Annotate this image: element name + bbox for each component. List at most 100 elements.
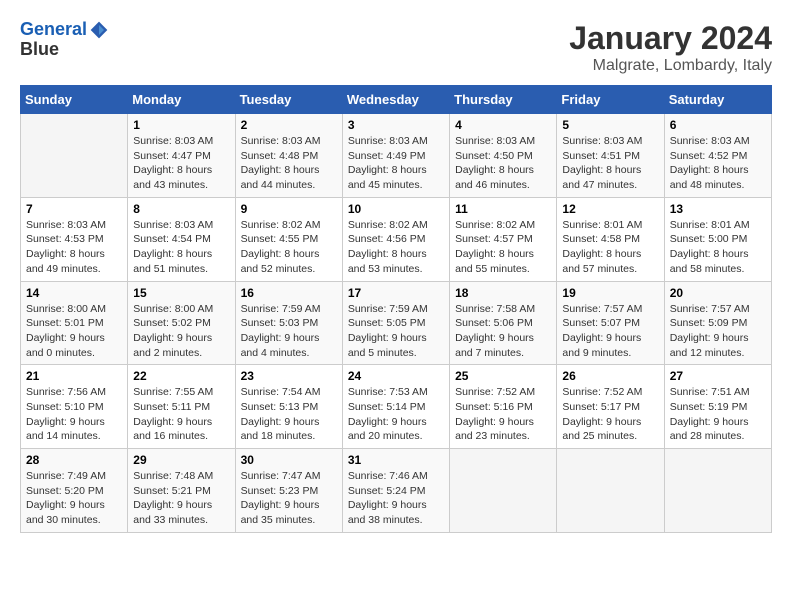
day-number: 25 xyxy=(455,369,551,383)
day-number: 27 xyxy=(670,369,766,383)
day-info: Sunrise: 8:03 AMSunset: 4:54 PMDaylight:… xyxy=(133,218,229,277)
calendar-cell: 30 Sunrise: 7:47 AMSunset: 5:23 PMDayligh… xyxy=(235,449,342,533)
calendar-cell: 1 Sunrise: 8:03 AMSunset: 4:47 PMDaylight… xyxy=(128,114,235,198)
day-info: Sunrise: 8:03 AMSunset: 4:49 PMDaylight:… xyxy=(348,134,444,193)
day-number: 30 xyxy=(241,453,337,467)
day-number: 9 xyxy=(241,202,337,216)
day-number: 17 xyxy=(348,286,444,300)
calendar-cell: 22 Sunrise: 7:55 AMSunset: 5:11 PMDayligh… xyxy=(128,365,235,449)
day-number: 1 xyxy=(133,118,229,132)
main-title: January 2024 xyxy=(569,20,772,57)
day-info: Sunrise: 8:03 AMSunset: 4:47 PMDaylight:… xyxy=(133,134,229,193)
day-info: Sunrise: 7:57 AMSunset: 5:07 PMDaylight:… xyxy=(562,302,658,361)
header-day-friday: Friday xyxy=(557,86,664,114)
day-info: Sunrise: 8:03 AMSunset: 4:48 PMDaylight:… xyxy=(241,134,337,193)
calendar-header-row: SundayMondayTuesdayWednesdayThursdayFrid… xyxy=(21,86,772,114)
day-number: 12 xyxy=(562,202,658,216)
day-number: 14 xyxy=(26,286,122,300)
week-row-3: 14 Sunrise: 8:00 AMSunset: 5:01 PMDayligh… xyxy=(21,281,772,365)
day-number: 19 xyxy=(562,286,658,300)
calendar-cell: 15 Sunrise: 8:00 AMSunset: 5:02 PMDayligh… xyxy=(128,281,235,365)
calendar-cell xyxy=(450,449,557,533)
day-number: 4 xyxy=(455,118,551,132)
day-number: 3 xyxy=(348,118,444,132)
calendar-cell xyxy=(21,114,128,198)
day-info: Sunrise: 8:01 AMSunset: 5:00 PMDaylight:… xyxy=(670,218,766,277)
day-info: Sunrise: 7:55 AMSunset: 5:11 PMDaylight:… xyxy=(133,385,229,444)
day-info: Sunrise: 8:00 AMSunset: 5:01 PMDaylight:… xyxy=(26,302,122,361)
day-info: Sunrise: 7:54 AMSunset: 5:13 PMDaylight:… xyxy=(241,385,337,444)
calendar-table: SundayMondayTuesdayWednesdayThursdayFrid… xyxy=(20,85,772,533)
day-number: 2 xyxy=(241,118,337,132)
calendar-cell: 28Sunrise: 7:49 AMSunset: 5:20 PMDayligh… xyxy=(21,449,128,533)
calendar-cell: 20Sunrise: 7:57 AMSunset: 5:09 PMDayligh… xyxy=(664,281,771,365)
week-row-2: 7 Sunrise: 8:03 AMSunset: 4:53 PMDaylight… xyxy=(21,197,772,281)
day-number: 7 xyxy=(26,202,122,216)
day-info: Sunrise: 8:03 AMSunset: 4:53 PMDaylight:… xyxy=(26,218,122,277)
day-info: Sunrise: 7:47 AMSunset: 5:23 PMDaylight:… xyxy=(241,469,337,528)
day-info: Sunrise: 7:52 AMSunset: 5:16 PMDaylight:… xyxy=(455,385,551,444)
day-info: Sunrise: 8:03 AMSunset: 4:51 PMDaylight:… xyxy=(562,134,658,193)
page-header: GeneralBlue January 2024 Malgrate, Lomba… xyxy=(20,20,772,75)
day-info: Sunrise: 7:59 AMSunset: 5:03 PMDaylight:… xyxy=(241,302,337,361)
calendar-cell: 4 Sunrise: 8:03 AMSunset: 4:50 PMDaylight… xyxy=(450,114,557,198)
day-info: Sunrise: 7:49 AMSunset: 5:20 PMDaylight:… xyxy=(26,469,122,528)
day-number: 18 xyxy=(455,286,551,300)
calendar-cell: 7 Sunrise: 8:03 AMSunset: 4:53 PMDaylight… xyxy=(21,197,128,281)
calendar-cell xyxy=(557,449,664,533)
calendar-cell: 11 Sunrise: 8:02 AMSunset: 4:57 PMDayligh… xyxy=(450,197,557,281)
calendar-cell: 18Sunrise: 7:58 AMSunset: 5:06 PMDayligh… xyxy=(450,281,557,365)
calendar-cell: 13 Sunrise: 8:01 AMSunset: 5:00 PMDayligh… xyxy=(664,197,771,281)
day-number: 6 xyxy=(670,118,766,132)
day-number: 13 xyxy=(670,202,766,216)
header-day-thursday: Thursday xyxy=(450,86,557,114)
day-number: 24 xyxy=(348,369,444,383)
calendar-cell: 24 Sunrise: 7:53 AMSunset: 5:14 PMDayligh… xyxy=(342,365,449,449)
calendar-cell: 26 Sunrise: 7:52 AMSunset: 5:17 PMDayligh… xyxy=(557,365,664,449)
day-number: 23 xyxy=(241,369,337,383)
calendar-cell: 3 Sunrise: 8:03 AMSunset: 4:49 PMDaylight… xyxy=(342,114,449,198)
header-day-saturday: Saturday xyxy=(664,86,771,114)
day-info: Sunrise: 7:57 AMSunset: 5:09 PMDaylight:… xyxy=(670,302,766,361)
calendar-cell: 12 Sunrise: 8:01 AMSunset: 4:58 PMDayligh… xyxy=(557,197,664,281)
day-number: 11 xyxy=(455,202,551,216)
calendar-cell: 16 Sunrise: 7:59 AMSunset: 5:03 PMDayligh… xyxy=(235,281,342,365)
day-number: 22 xyxy=(133,369,229,383)
day-number: 15 xyxy=(133,286,229,300)
day-info: Sunrise: 8:02 AMSunset: 4:57 PMDaylight:… xyxy=(455,218,551,277)
header-day-monday: Monday xyxy=(128,86,235,114)
day-info: Sunrise: 8:03 AMSunset: 4:50 PMDaylight:… xyxy=(455,134,551,193)
calendar-cell: 23 Sunrise: 7:54 AMSunset: 5:13 PMDayligh… xyxy=(235,365,342,449)
calendar-cell: 14 Sunrise: 8:00 AMSunset: 5:01 PMDayligh… xyxy=(21,281,128,365)
day-info: Sunrise: 7:46 AMSunset: 5:24 PMDaylight:… xyxy=(348,469,444,528)
day-info: Sunrise: 7:52 AMSunset: 5:17 PMDaylight:… xyxy=(562,385,658,444)
day-info: Sunrise: 7:51 AMSunset: 5:19 PMDaylight:… xyxy=(670,385,766,444)
day-number: 26 xyxy=(562,369,658,383)
day-info: Sunrise: 8:02 AMSunset: 4:56 PMDaylight:… xyxy=(348,218,444,277)
day-number: 10 xyxy=(348,202,444,216)
header-day-sunday: Sunday xyxy=(21,86,128,114)
day-number: 8 xyxy=(133,202,229,216)
day-number: 16 xyxy=(241,286,337,300)
calendar-cell: 17 Sunrise: 7:59 AMSunset: 5:05 PMDayligh… xyxy=(342,281,449,365)
day-info: Sunrise: 8:02 AMSunset: 4:55 PMDaylight:… xyxy=(241,218,337,277)
day-number: 29 xyxy=(133,453,229,467)
logo: GeneralBlue xyxy=(20,20,109,60)
logo-text: GeneralBlue xyxy=(20,20,109,60)
week-row-1: 1 Sunrise: 8:03 AMSunset: 4:47 PMDaylight… xyxy=(21,114,772,198)
day-info: Sunrise: 8:00 AMSunset: 5:02 PMDaylight:… xyxy=(133,302,229,361)
day-number: 5 xyxy=(562,118,658,132)
calendar-cell: 19 Sunrise: 7:57 AMSunset: 5:07 PMDayligh… xyxy=(557,281,664,365)
subtitle: Malgrate, Lombardy, Italy xyxy=(569,57,772,75)
day-info: Sunrise: 7:59 AMSunset: 5:05 PMDaylight:… xyxy=(348,302,444,361)
header-day-wednesday: Wednesday xyxy=(342,86,449,114)
week-row-5: 28Sunrise: 7:49 AMSunset: 5:20 PMDayligh… xyxy=(21,449,772,533)
calendar-cell: 10 Sunrise: 8:02 AMSunset: 4:56 PMDayligh… xyxy=(342,197,449,281)
day-info: Sunrise: 8:01 AMSunset: 4:58 PMDaylight:… xyxy=(562,218,658,277)
calendar-cell: 6Sunrise: 8:03 AMSunset: 4:52 PMDaylight… xyxy=(664,114,771,198)
day-number: 21 xyxy=(26,369,122,383)
day-number: 31 xyxy=(348,453,444,467)
week-row-4: 21Sunrise: 7:56 AMSunset: 5:10 PMDayligh… xyxy=(21,365,772,449)
day-info: Sunrise: 7:53 AMSunset: 5:14 PMDaylight:… xyxy=(348,385,444,444)
calendar-cell: 21Sunrise: 7:56 AMSunset: 5:10 PMDayligh… xyxy=(21,365,128,449)
